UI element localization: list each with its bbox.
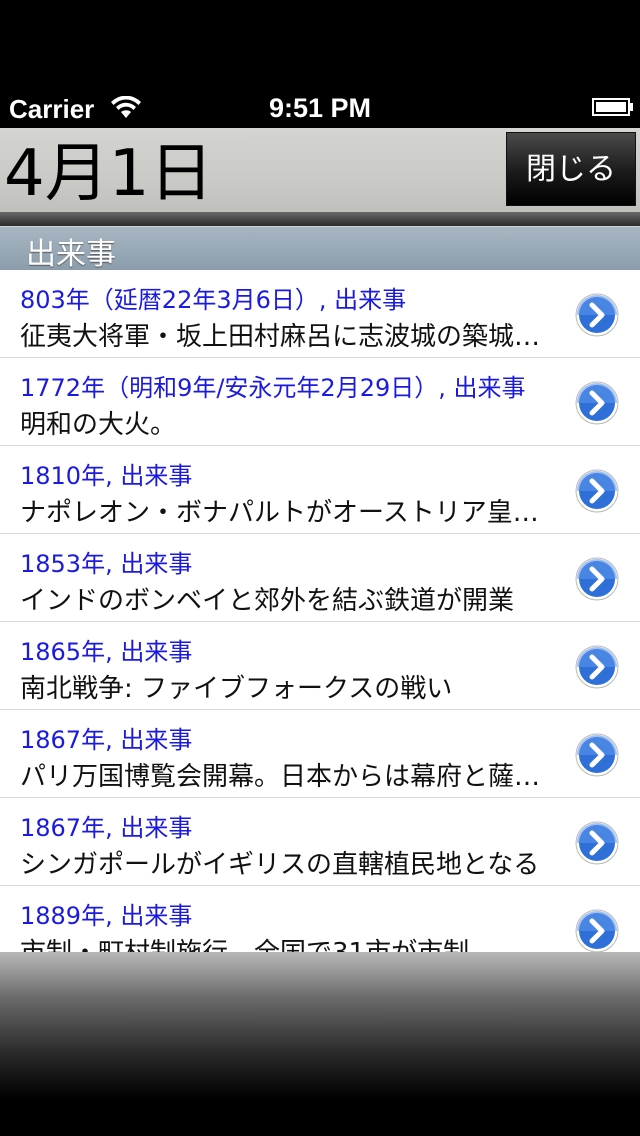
event-description: 市制・町村制施行。全国で31市が市制 bbox=[20, 932, 556, 952]
list-item[interactable]: 803年（延暦22年3月6日）, 出来事 征夷大将軍・坂上田村麻呂に志波城の築城… bbox=[0, 270, 640, 358]
disclosure-button-icon[interactable] bbox=[574, 556, 620, 602]
bottom-toolbar bbox=[0, 952, 640, 1136]
list-item[interactable]: 1810年, 出来事 ナポレオン・ボナパルトがオーストリア皇女と結婚 bbox=[0, 446, 640, 534]
event-title: 1865年, 出来事 bbox=[20, 638, 193, 666]
status-time: 9:51 PM bbox=[268, 93, 372, 123]
event-title: 1867年, 出来事 bbox=[20, 726, 193, 754]
disclosure-button-icon[interactable] bbox=[574, 468, 620, 514]
disclosure-button-icon[interactable] bbox=[574, 292, 620, 338]
event-description: ナポレオン・ボナパルトがオーストリア皇女と結婚 bbox=[20, 498, 556, 528]
disclosure-button-icon[interactable] bbox=[574, 732, 620, 778]
event-description: パリ万国博覧会開幕。日本からは幕府と薩摩藩が出展 bbox=[20, 762, 556, 792]
event-description: インドのボンベイと郊外を結ぶ鉄道が開業 bbox=[20, 586, 515, 616]
disclosure-button-icon[interactable] bbox=[574, 908, 620, 952]
section-title: 出来事 bbox=[26, 237, 116, 272]
event-title: 1853年, 出来事 bbox=[20, 550, 193, 578]
event-title: 1810年, 出来事 bbox=[20, 462, 193, 490]
event-title: 1867年, 出来事 bbox=[20, 814, 193, 842]
event-title: 803年（延暦22年3月6日）, 出来事 bbox=[20, 286, 407, 314]
list-item[interactable]: 1867年, 出来事 シンガポールがイギリスの直轄植民地となる bbox=[0, 798, 640, 886]
disclosure-button-icon[interactable] bbox=[574, 380, 620, 426]
event-title: 1889年, 出来事 bbox=[20, 902, 193, 930]
date-title: 4月1日 bbox=[4, 137, 214, 211]
list-item[interactable]: 1853年, 出来事 インドのボンベイと郊外を結ぶ鉄道が開業 bbox=[0, 534, 640, 622]
battery-icon bbox=[592, 98, 633, 116]
list-item[interactable]: 1772年（明和9年/安永元年2月29日）, 出来事 明和の大火。 bbox=[0, 358, 640, 446]
event-title: 1772年（明和9年/安永元年2月29日）, 出来事 bbox=[20, 374, 526, 402]
close-button[interactable]: 閉じる bbox=[506, 132, 636, 206]
event-description: 征夷大将軍・坂上田村麻呂に志波城の築城を命じる bbox=[20, 322, 556, 352]
event-description: シンガポールがイギリスの直轄植民地となる bbox=[20, 850, 540, 880]
event-description: 明和の大火。 bbox=[20, 410, 177, 440]
disclosure-button-icon[interactable] bbox=[574, 644, 620, 690]
list-item[interactable]: 1865年, 出来事 南北戦争: ファイブフォークスの戦い bbox=[0, 622, 640, 710]
event-description: 南北戦争: ファイブフォークスの戦い bbox=[20, 674, 453, 704]
list-item[interactable]: 1889年, 出来事 市制・町村制施行。全国で31市が市制 bbox=[0, 886, 640, 952]
event-list[interactable]: 803年（延暦22年3月6日）, 出来事 征夷大将軍・坂上田村麻呂に志波城の築城… bbox=[0, 270, 640, 952]
disclosure-button-icon[interactable] bbox=[574, 820, 620, 866]
status-bar: Carrier 9:51 PM bbox=[0, 88, 640, 128]
navigation-header: 4月1日 閉じる bbox=[0, 128, 640, 226]
list-item[interactable]: 1867年, 出来事 パリ万国博覧会開幕。日本からは幕府と薩摩藩が出展 bbox=[0, 710, 640, 798]
header-shadow bbox=[0, 212, 640, 226]
section-header: 出来事 bbox=[0, 226, 640, 272]
